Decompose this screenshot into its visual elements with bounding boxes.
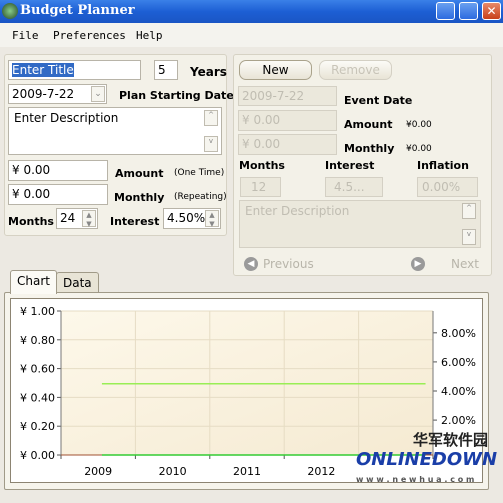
y-left-tick-label: ¥ 0.00 (20, 449, 55, 462)
x-tick-label: 2010 (159, 465, 187, 478)
y-right-tick-label: 6.00% (441, 356, 476, 369)
line-chart: ¥ 0.00 ¥ 0.20 ¥ 0.40 ¥ 0.60 ¥ 0.80 ¥ 1.00 2.00… (20, 305, 476, 478)
watermark-logo: 华军软件园 ONLINEDOWN w w w . n e w h u a . c o… (356, 431, 498, 484)
y-left-tick-label: ¥ 1.00 (20, 305, 55, 318)
y-left-tick-label: ¥ 0.20 (20, 420, 55, 433)
tab-chart[interactable]: Chart (10, 270, 57, 294)
y-right-tick-label: 8.00% (441, 327, 476, 340)
x-tick-label: 2011 (233, 465, 261, 478)
y-left-tick-label: ¥ 0.40 (20, 391, 55, 404)
y-left-tick-label: ¥ 0.60 (20, 363, 55, 376)
y-right-tick-label: 2.00% (441, 414, 476, 427)
x-tick-label: 2009 (84, 465, 112, 478)
y-left-tick-label: ¥ 0.80 (20, 334, 55, 347)
y-right-tick-label: 4.00% (441, 385, 476, 398)
x-tick-label: 2012 (307, 465, 335, 478)
